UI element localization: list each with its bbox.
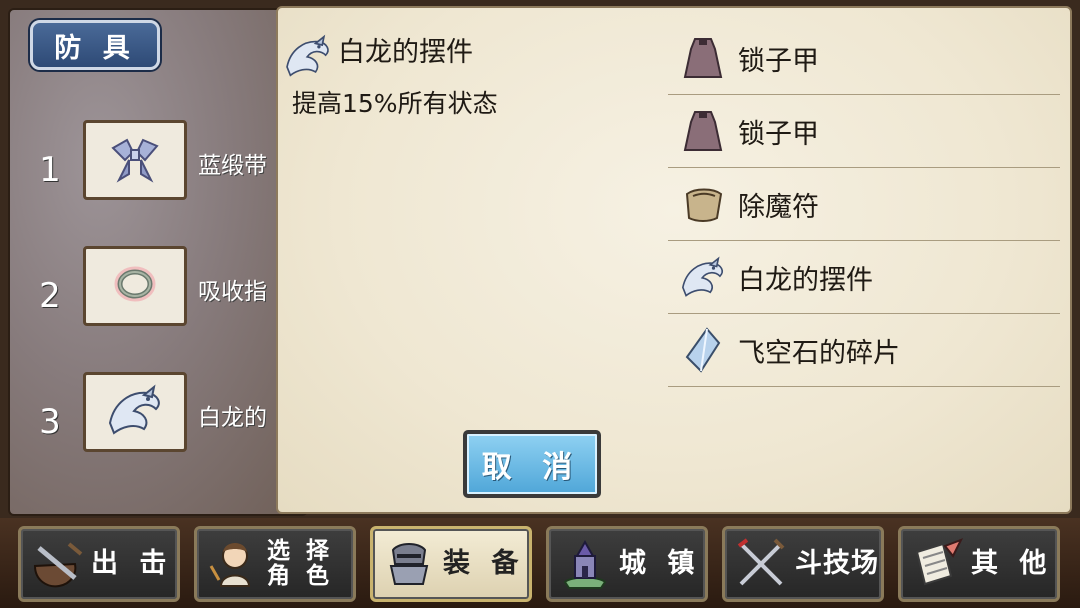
white-dragon-icon: [678, 252, 728, 302]
slot-3-number: 3: [39, 402, 61, 442]
white-dragon-icon: [104, 383, 166, 441]
armor-category-tab[interactable]: 防 具: [30, 20, 160, 70]
item-select-dialog: 白龙的摆件 提高15%所有状态 锁子甲 锁子甲 除魔符 白龙的摆件 飞空石的碎片…: [276, 6, 1072, 514]
list-item-label: 白龙的摆件: [738, 264, 873, 296]
slot-3-button[interactable]: [83, 372, 187, 452]
arena-icon: [731, 534, 791, 594]
slot-1-button[interactable]: [83, 120, 187, 200]
nav-other-button[interactable]: 其 他: [898, 526, 1060, 602]
item-detail-title: 白龙的摆件: [338, 37, 473, 68]
list-item-label: 锁子甲: [738, 45, 819, 77]
other-icon: [907, 534, 967, 594]
nav-label: 城 镇: [619, 548, 701, 580]
nav-label: 选 择 角 色: [267, 537, 334, 589]
chainmail-icon: [678, 33, 728, 83]
list-item-airship-stone-shard[interactable]: 飞空石的碎片: [668, 314, 1060, 387]
nav-select-character-button[interactable]: 选 择 角 色: [194, 526, 356, 602]
equipped-panel: 防 具 1 蓝缎带 2 吸收指 3 白龙的: [8, 8, 308, 516]
chainmail-icon: [678, 106, 728, 156]
nav-equipment-button[interactable]: 装 备: [370, 526, 532, 602]
slot-1-name: 蓝缎带: [198, 153, 267, 179]
nav-label: 装 备: [443, 548, 525, 580]
character-icon: [203, 534, 263, 594]
cancel-button[interactable]: 取 消: [463, 430, 601, 498]
nav-label: 其 他: [971, 548, 1053, 580]
crystal-shard-icon: [678, 325, 728, 375]
item-detail-description: 提高15%所有状态: [292, 89, 498, 118]
list-item-label: 除魔符: [738, 191, 819, 223]
sortie-icon: [27, 534, 87, 594]
bottom-nav: 出 击 选 择 角 色 装 备 城 镇 斗技场 其 他: [0, 518, 1080, 608]
nav-label: 出 击: [91, 548, 173, 580]
nav-arena-button[interactable]: 斗技场: [722, 526, 884, 602]
charm-icon: [678, 179, 728, 229]
list-item-white-dragon[interactable]: 白龙的摆件: [668, 241, 1060, 314]
slot-2-button[interactable]: [83, 246, 187, 326]
ribbon-icon: [103, 130, 167, 190]
item-list: 锁子甲 锁子甲 除魔符 白龙的摆件 飞空石的碎片: [668, 22, 1060, 387]
list-item-label: 飞空石的碎片: [738, 337, 900, 369]
town-icon: [555, 534, 615, 594]
slot-2-name: 吸收指: [198, 279, 267, 305]
list-item-charm[interactable]: 除魔符: [668, 168, 1060, 241]
slot-2-number: 2: [39, 276, 61, 316]
white-dragon-icon: [282, 32, 334, 84]
nav-label: 斗技场: [795, 548, 879, 580]
list-item-label: 锁子甲: [738, 118, 819, 150]
equipment-icon: [379, 534, 439, 594]
list-item-chainmail-2[interactable]: 锁子甲: [668, 95, 1060, 168]
nav-sortie-button[interactable]: 出 击: [18, 526, 180, 602]
list-item-chainmail-1[interactable]: 锁子甲: [668, 22, 1060, 95]
slot-1-number: 1: [39, 150, 61, 190]
nav-town-button[interactable]: 城 镇: [546, 526, 708, 602]
ring-icon: [110, 262, 160, 310]
slot-3-name: 白龙的: [198, 405, 267, 431]
